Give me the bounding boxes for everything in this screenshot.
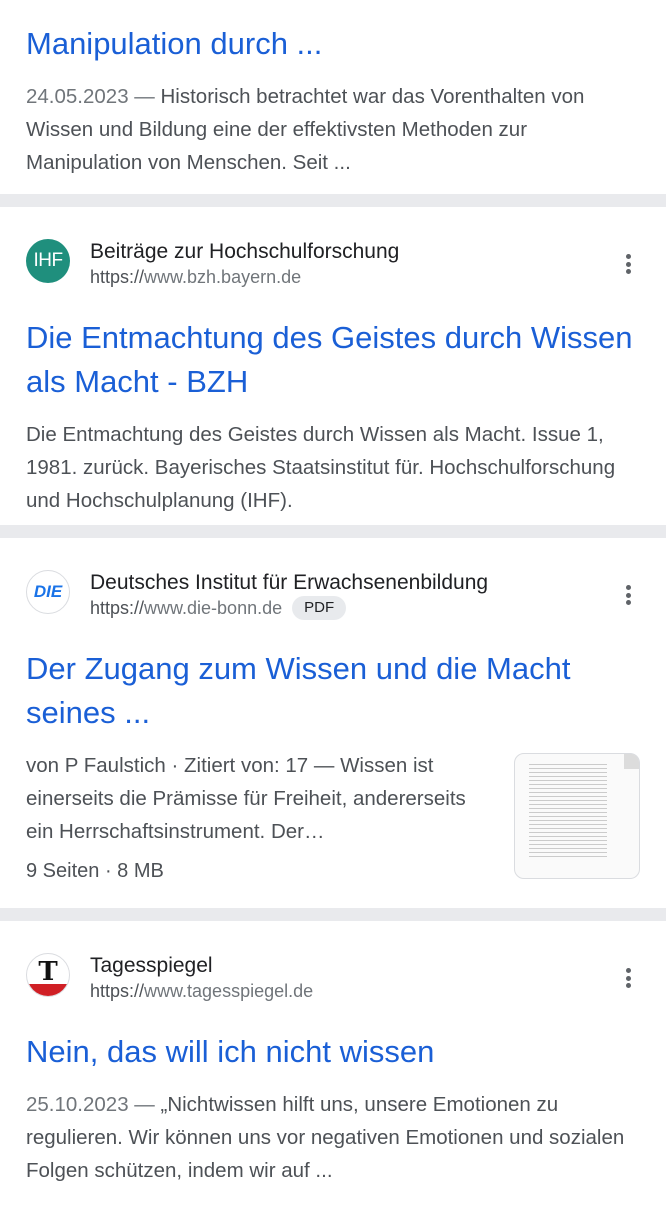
more-options-icon[interactable]	[616, 252, 640, 276]
url-host: www.tagesspiegel.de	[144, 981, 314, 1001]
tagesspiegel-logo-icon: T	[26, 953, 70, 997]
result-card-1: Manipulation durch ... 24.05.2023 — Hist…	[0, 0, 666, 194]
tagesspiegel-logo-letter: T	[38, 957, 58, 987]
result-snippet: von P Faulstich · Zitiert von: 17 — Wiss…	[26, 754, 466, 843]
url-scheme: https://	[90, 598, 145, 618]
pdf-badge: PDF	[292, 596, 347, 620]
result-site-name: Deutsches Institut für Erwachsenenbildun…	[90, 571, 489, 594]
thumbnail-text-lines	[529, 764, 607, 860]
result-body: von P Faulstich · Zitiert von: 17 — Wiss…	[26, 749, 640, 886]
result-site-name: Tagesspiegel	[90, 954, 213, 977]
result-title-link[interactable]: Der Zugang zum Wissen und die Macht sein…	[26, 647, 640, 735]
result-snippet: 24.05.2023 — Historisch betrachtet war d…	[26, 80, 640, 179]
result-source-header[interactable]: DIE Deutsches Institut für Erwachsenenbi…	[26, 561, 640, 623]
result-source-header[interactable]: IHF Beiträge zur Hochschulforschung http…	[26, 230, 640, 292]
result-meta: 9 Seiten · 8 MB	[26, 860, 164, 882]
result-card-4: T Tagesspiegel https://www.tagesspiegel.…	[0, 921, 666, 1211]
result-card-2: IHF Beiträge zur Hochschulforschung http…	[0, 207, 666, 525]
result-date: 25.10.2023 —	[26, 1093, 155, 1116]
tagesspiegel-logo-bar	[27, 984, 69, 996]
ihf-logo-icon: IHF	[26, 239, 70, 283]
page-fold-icon	[624, 754, 639, 769]
url-host: www.bzh.bayern.de	[144, 267, 302, 287]
pdf-thumbnail[interactable]	[514, 753, 640, 879]
more-options-icon[interactable]	[616, 966, 640, 990]
result-snippet: 25.10.2023 — „Nichtwissen hilft uns, uns…	[26, 1088, 640, 1187]
result-title-link[interactable]: Nein, das will ich nicht wissen	[26, 1030, 640, 1074]
url-scheme: https://	[90, 267, 145, 287]
result-site-name: Beiträge zur Hochschulforschung	[90, 240, 400, 263]
result-title-link[interactable]: Die Entmachtung des Geistes durch Wissen…	[26, 316, 640, 404]
result-snippet: Die Entmachtung des Geistes durch Wissen…	[26, 423, 616, 512]
result-url: https://www.tagesspiegel.de	[90, 979, 640, 1003]
url-host: www.die-bonn.de	[144, 598, 283, 618]
result-url: https://www.bzh.bayern.de	[90, 265, 640, 289]
result-card-3: DIE Deutsches Institut für Erwachsenenbi…	[0, 538, 666, 908]
result-title-link[interactable]: Manipulation durch ...	[26, 22, 640, 66]
more-options-icon[interactable]	[616, 583, 640, 607]
die-logo-icon: DIE	[26, 570, 70, 614]
result-source-header[interactable]: T Tagesspiegel https://www.tagesspiegel.…	[26, 944, 640, 1006]
result-date: 24.05.2023 —	[26, 85, 155, 108]
result-url: https://www.die-bonn.de PDF	[90, 596, 640, 620]
url-scheme: https://	[90, 981, 145, 1001]
